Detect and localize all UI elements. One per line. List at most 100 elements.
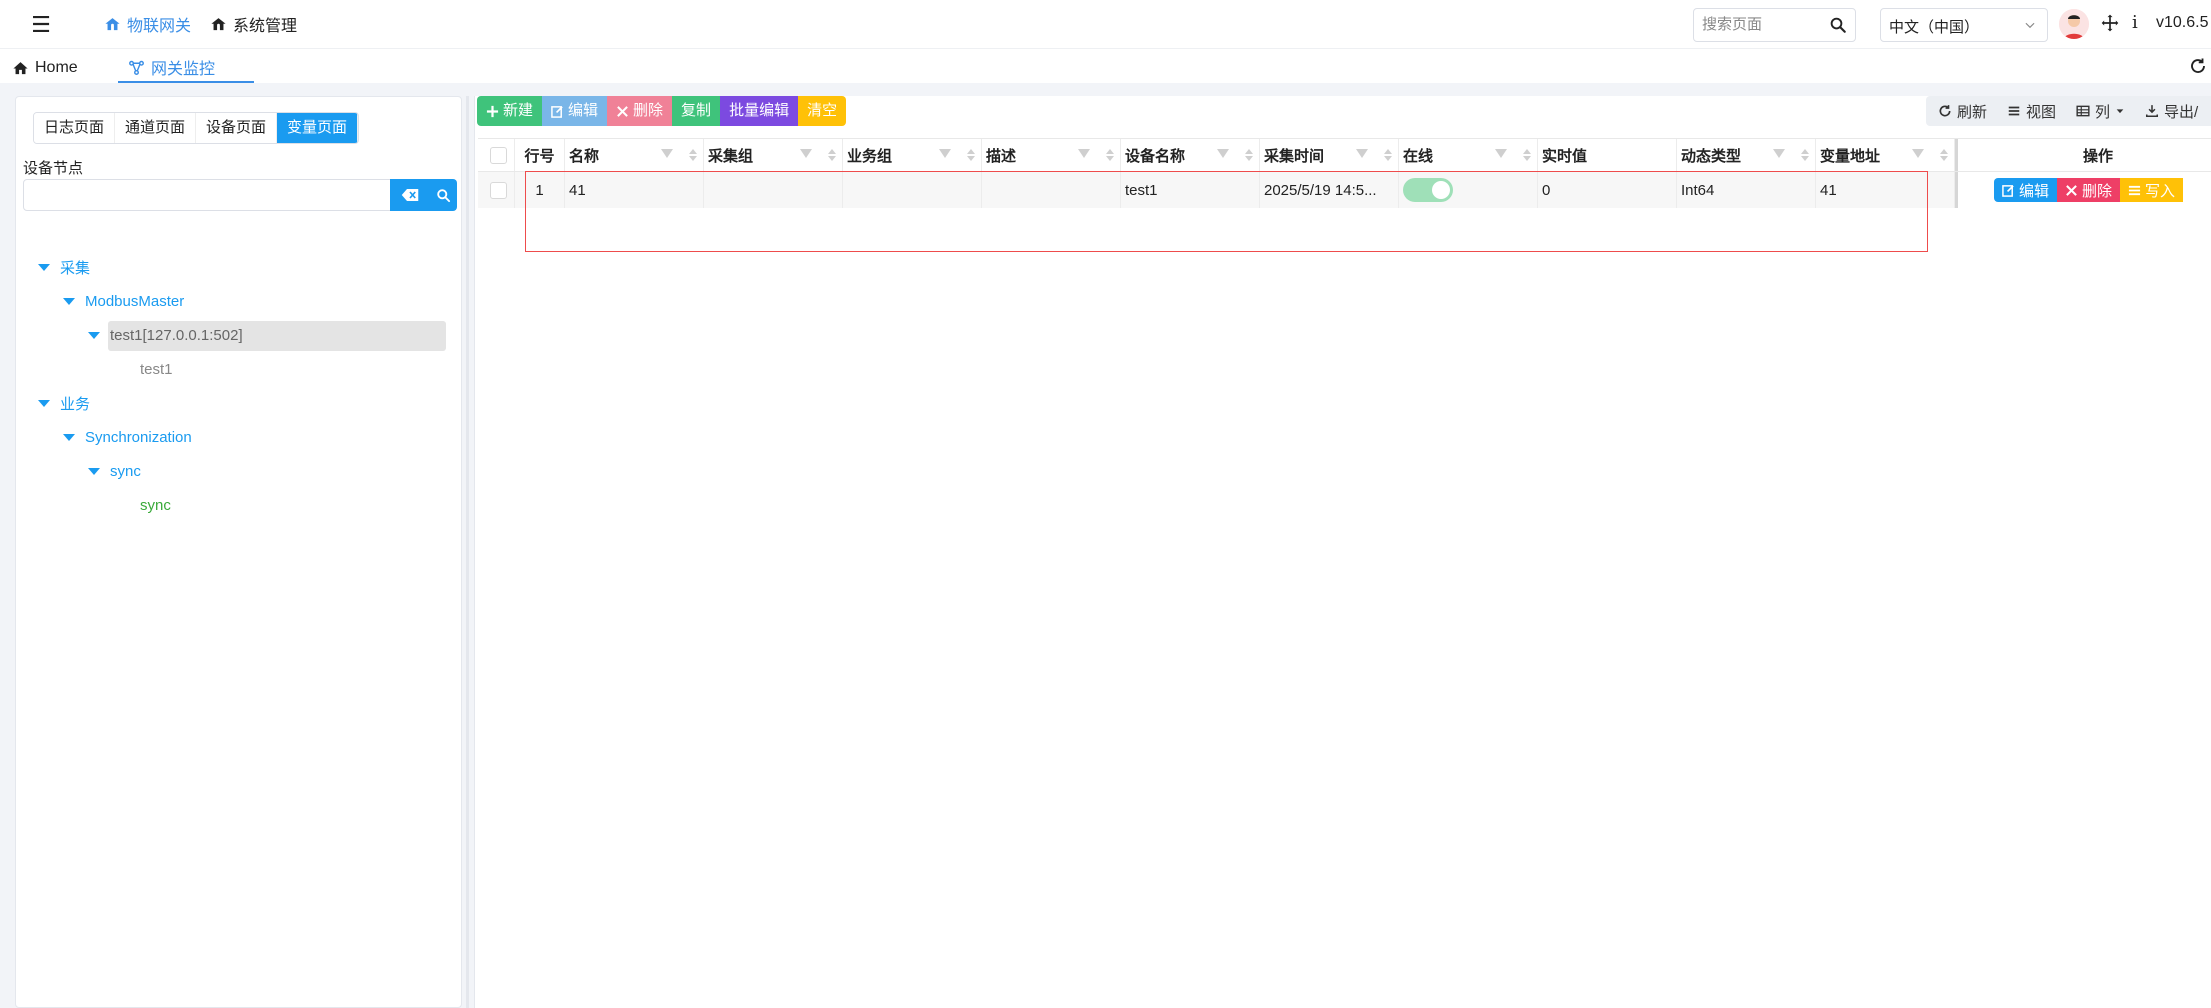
new-button[interactable]: 新建 bbox=[477, 96, 543, 126]
caret-down-icon[interactable] bbox=[88, 467, 100, 475]
filter-icon[interactable] bbox=[1773, 149, 1785, 158]
filter-icon[interactable] bbox=[1912, 149, 1924, 158]
header-tools bbox=[939, 149, 975, 161]
refresh-icon[interactable] bbox=[2189, 57, 2207, 75]
sort-icon[interactable] bbox=[828, 149, 836, 161]
header-device-name[interactable]: 设备名称 bbox=[1121, 139, 1260, 171]
nav-system-management[interactable]: 系统管理 bbox=[210, 12, 297, 36]
copy-button[interactable]: 复制 bbox=[672, 96, 721, 126]
tree-node-synchronization[interactable]: Synchronization bbox=[63, 425, 192, 449]
language-select[interactable]: 中文（中国） bbox=[1880, 8, 2048, 42]
tree-node-test1-device[interactable]: test1[127.0.0.1:502] bbox=[88, 323, 243, 347]
nav-iot-gateway[interactable]: 物联网关 bbox=[104, 12, 191, 36]
sort-icon[interactable] bbox=[689, 149, 697, 161]
filter-icon[interactable] bbox=[1495, 149, 1507, 158]
sort-icon[interactable] bbox=[1384, 149, 1392, 161]
header-name-label: 名称 bbox=[569, 147, 600, 165]
toolbar-right: 刷新 视图 列 导出/ bbox=[1926, 96, 2211, 126]
table-row[interactable]: 1 41 test1 2025/5/19 14:5... 0 Int64 41 … bbox=[478, 172, 2211, 208]
caret-down-icon[interactable] bbox=[63, 297, 75, 305]
move-arrows-icon[interactable] bbox=[2100, 13, 2120, 33]
sort-icon[interactable] bbox=[1940, 149, 1948, 161]
filter-icon[interactable] bbox=[1217, 149, 1229, 158]
tree-node-sync-group[interactable]: sync bbox=[88, 459, 141, 483]
batch-edit-button[interactable]: 批量编辑 bbox=[720, 96, 799, 126]
tab-bar: Home 网关监控 bbox=[0, 49, 2211, 83]
page-search-input[interactable] bbox=[1702, 16, 1822, 33]
page-button-log[interactable]: 日志页面 bbox=[34, 113, 116, 143]
header-dynamic-type[interactable]: 动态类型 bbox=[1677, 139, 1816, 171]
filter-icon[interactable] bbox=[661, 149, 673, 158]
menu-toggle-icon[interactable]: ☰ bbox=[26, 10, 56, 40]
sort-icon[interactable] bbox=[1245, 149, 1253, 161]
search-icon[interactable] bbox=[1829, 16, 1847, 34]
user-avatar[interactable] bbox=[2059, 9, 2089, 39]
tree-node-sync-item[interactable]: sync bbox=[140, 493, 171, 517]
delete-button[interactable]: 删除 bbox=[607, 96, 673, 126]
cell-business-group bbox=[843, 172, 982, 208]
view-button[interactable]: 视图 bbox=[2007, 101, 2056, 122]
page-search[interactable] bbox=[1693, 8, 1856, 42]
edit-button[interactable]: 编辑 bbox=[542, 96, 608, 126]
row-checkbox[interactable] bbox=[490, 181, 507, 199]
header-description[interactable]: 描述 bbox=[982, 139, 1121, 171]
columns-button[interactable]: 列 bbox=[2076, 101, 2125, 122]
header-variable-address[interactable]: 变量地址 bbox=[1816, 139, 1955, 171]
close-icon bbox=[2066, 184, 2077, 196]
tree-node-business[interactable]: 业务 bbox=[38, 391, 90, 415]
tab-gateway-monitor[interactable]: 网关监控 bbox=[118, 53, 254, 83]
header-tools bbox=[1356, 149, 1392, 161]
page-button-device[interactable]: 设备页面 bbox=[196, 113, 278, 143]
caret-down-icon[interactable] bbox=[88, 331, 100, 339]
row-edit-button[interactable]: 编辑 bbox=[1994, 178, 2058, 202]
tree-node-test1-variable[interactable]: test1 bbox=[140, 357, 173, 381]
row-write-button[interactable]: 写入 bbox=[2120, 178, 2184, 202]
header-tools bbox=[1773, 149, 1809, 161]
filter-icon[interactable] bbox=[1356, 149, 1368, 158]
caret-down-icon[interactable] bbox=[38, 263, 50, 271]
tree-node-label: sync bbox=[110, 462, 141, 480]
page-button-channel[interactable]: 通道页面 bbox=[115, 113, 197, 143]
header-select-all bbox=[478, 139, 515, 171]
sort-icon[interactable] bbox=[1106, 149, 1114, 161]
node-search-button[interactable] bbox=[430, 179, 457, 211]
tree-node-label: 业务 bbox=[60, 395, 91, 413]
clear-search-button[interactable] bbox=[390, 179, 430, 211]
tree-node-label: test1 bbox=[140, 360, 173, 378]
sort-icon[interactable] bbox=[1801, 149, 1809, 161]
export-label: 导出/ bbox=[2164, 103, 2199, 121]
header-collect-time[interactable]: 采集时间 bbox=[1260, 139, 1399, 171]
export-button[interactable]: 导出/ bbox=[2145, 101, 2198, 122]
refresh-button[interactable]: 刷新 bbox=[1938, 101, 1987, 122]
panel-splitter[interactable] bbox=[466, 96, 469, 1008]
sort-icon[interactable] bbox=[967, 149, 975, 161]
device-node-search-input[interactable] bbox=[30, 186, 390, 202]
header-actions: 操作 bbox=[1955, 139, 2211, 171]
caret-down-icon bbox=[2116, 109, 2124, 114]
tree-node-label: sync bbox=[140, 496, 171, 514]
header-name[interactable]: 名称 bbox=[565, 139, 704, 171]
filter-icon[interactable] bbox=[939, 149, 951, 158]
table-icon bbox=[2076, 105, 2090, 117]
filter-icon[interactable] bbox=[1078, 149, 1090, 158]
top-bar: ☰ 物联网关 系统管理 中文（中国） i v10.6.5 bbox=[0, 0, 2211, 49]
select-all-checkbox[interactable] bbox=[490, 146, 507, 164]
info-icon[interactable]: i bbox=[2132, 12, 2138, 33]
cell-collect-group bbox=[704, 172, 843, 208]
header-business-group[interactable]: 业务组 bbox=[843, 139, 982, 171]
tree-node-collect[interactable]: 采集 bbox=[38, 255, 90, 279]
header-collect-group[interactable]: 采集组 bbox=[704, 139, 843, 171]
row-delete-button[interactable]: 删除 bbox=[2057, 178, 2121, 202]
list-icon bbox=[2128, 185, 2141, 195]
header-online[interactable]: 在线 bbox=[1399, 139, 1538, 171]
filter-icon[interactable] bbox=[800, 149, 812, 158]
clear-button[interactable]: 清空 bbox=[798, 96, 847, 126]
tab-home[interactable]: Home bbox=[12, 53, 78, 83]
caret-down-icon[interactable] bbox=[38, 399, 50, 407]
tree-node-modbus-master[interactable]: ModbusMaster bbox=[63, 289, 184, 313]
caret-down-icon[interactable] bbox=[63, 433, 75, 441]
sort-icon[interactable] bbox=[1523, 149, 1531, 161]
page-button-variable[interactable]: 变量页面 bbox=[277, 113, 359, 143]
online-toggle[interactable] bbox=[1403, 178, 1453, 202]
header-collect-time-label: 采集时间 bbox=[1264, 147, 1325, 165]
